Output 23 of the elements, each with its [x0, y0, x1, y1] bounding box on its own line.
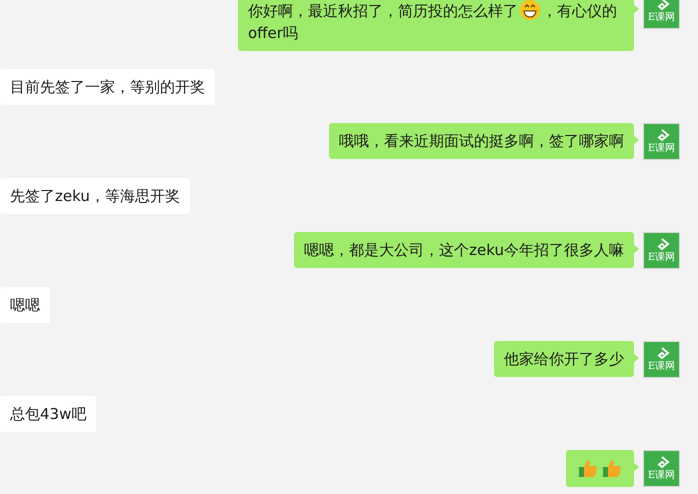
avatar[interactable]: E课网 — [643, 123, 680, 160]
message-text: 嗯嗯 — [10, 296, 40, 314]
message-text: 他家给你开了多少 — [504, 350, 624, 368]
message-text: 目前先签了一家，等别的开奖 — [10, 78, 205, 96]
avatar[interactable]: E课网 — [643, 450, 680, 487]
message-text: 哦哦，看来近期面试的挺多啊，签了哪家啊 — [339, 132, 624, 150]
avatar-label: E课网 — [648, 361, 676, 372]
avatar[interactable]: E课网 — [643, 0, 680, 29]
message-text: 先签了zeku，等海思开奖 — [10, 187, 180, 205]
avatar-label: E课网 — [648, 252, 676, 263]
thumbs-up-icon — [601, 457, 623, 479]
message-text: 嗯嗯，都是大公司，这个zeku今年招了很多人嘛 — [304, 241, 624, 259]
avatar[interactable]: E课网 — [643, 232, 680, 269]
avatar[interactable]: E课网 — [643, 341, 680, 378]
message-text: 你好啊，最近秋招了，简历投的怎么样了 — [248, 2, 518, 20]
grin-emoji-icon — [519, 0, 541, 21]
message-text: 总包43w吧 — [10, 405, 86, 423]
message-text: offer吗 — [248, 24, 298, 42]
avatar-label: E课网 — [648, 470, 676, 481]
thumbs-up-icon — [577, 457, 599, 479]
avatar-label: E课网 — [648, 12, 676, 23]
avatar-label: E课网 — [648, 143, 676, 154]
message-text: ，有心仪的 — [542, 2, 617, 20]
